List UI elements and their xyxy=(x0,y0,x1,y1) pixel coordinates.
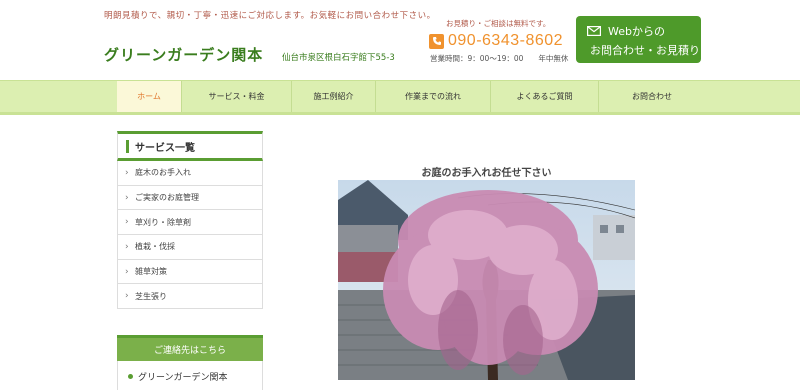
mail-icon xyxy=(587,26,601,36)
sidebar-title: サービス一覧 xyxy=(135,142,195,154)
heading-bar xyxy=(126,139,129,153)
chevron-right-icon: › xyxy=(125,217,129,228)
address: 仙台市泉区根白石字館下55-3 xyxy=(282,53,395,63)
main-heading: お庭のお手入れお任せ下さい xyxy=(421,168,552,179)
chevron-right-icon: › xyxy=(125,291,129,302)
sidebar-item-mowing[interactable]: › 草刈り・除草剤 xyxy=(118,210,262,236)
hero-photo-weeping-cherry xyxy=(338,180,635,380)
estimate-note: お見積り・ご相談は無料です。 xyxy=(446,19,551,28)
nav-home[interactable]: ホーム xyxy=(117,81,181,112)
sidebar-item-label: ご実家のお庭管理 xyxy=(135,193,199,203)
business-hours: 営業時間：9：00〜19：00 年中無休 xyxy=(430,54,569,63)
contact-box-name: グリーンガーデン関本 xyxy=(138,372,228,383)
contact-button-line1: Webからの xyxy=(608,25,665,38)
sidebar-item-label: 植栽・伐採 xyxy=(135,242,175,252)
nav-faq[interactable]: よくあるご質問 xyxy=(490,81,598,112)
nav-services[interactable]: サービス・料金 xyxy=(181,81,291,112)
phone-number[interactable]: 090-6343-8602 xyxy=(448,32,563,50)
tagline: 明朗見積りで、親切・丁寧・迅速にご対応します。お気軽にお問い合わせ下さい。 xyxy=(104,11,436,21)
main-nav: ホーム サービス・料金 施工例紹介 作業までの流れ よくあるご質問 お問合わせ xyxy=(0,80,800,115)
sidebar-item-label: 草刈り・除草剤 xyxy=(135,217,191,227)
web-contact-button[interactable]: Webからの お問合わせ・お見積り xyxy=(576,16,701,63)
sidebar-item-label: 芝生張り xyxy=(135,291,167,301)
chevron-right-icon: › xyxy=(125,192,129,203)
contact-box: ご連絡先はこちら グリーンガーデン関本 xyxy=(117,335,263,390)
nav-works[interactable]: 施工例紹介 xyxy=(291,81,375,112)
contact-box-body: グリーンガーデン関本 xyxy=(117,361,263,390)
phone-icon xyxy=(429,33,444,49)
sidebar-services: サービス一覧 › 庭木のお手入れ › ご実家のお庭管理 › 草刈り・除草剤 › 植栽・伐… xyxy=(117,131,263,310)
sidebar-list: › 庭木のお手入れ › ご実家のお庭管理 › 草刈り・除草剤 › 植栽・伐採 › 雑草対策… xyxy=(117,161,263,310)
bullet-icon xyxy=(128,373,133,379)
sidebar-item-lawn[interactable]: › 芝生張り xyxy=(118,284,262,310)
sidebar-item-label: 庭木のお手入れ xyxy=(135,168,191,178)
phone-row[interactable]: 090-6343-8602 xyxy=(429,31,563,51)
sidebar-item-home-garden[interactable]: › ご実家のお庭管理 xyxy=(118,186,262,211)
chevron-right-icon: › xyxy=(125,167,129,178)
sidebar-item-label: 雑草対策 xyxy=(135,267,167,277)
sidebar-item-planting[interactable]: › 植栽・伐採 xyxy=(118,235,262,260)
site-title[interactable]: グリーンガーデン関本 xyxy=(104,44,263,65)
sidebar-item-garden-care[interactable]: › 庭木のお手入れ xyxy=(118,161,262,186)
sidebar-item-weed-control[interactable]: › 雑草対策 xyxy=(118,260,262,285)
chevron-right-icon: › xyxy=(125,266,129,277)
chevron-right-icon: › xyxy=(125,241,129,252)
nav-contact[interactable]: お問合わせ xyxy=(598,81,705,112)
nav-flow[interactable]: 作業までの流れ xyxy=(375,81,490,112)
contact-button-line2: お問合わせ・お見積り xyxy=(590,44,700,57)
sidebar-heading: サービス一覧 xyxy=(117,131,263,161)
contact-box-title: ご連絡先はこちら xyxy=(117,335,263,361)
site-header: 明朗見積りで、親切・丁寧・迅速にご対応します。お気軽にお問い合わせ下さい。 グリ… xyxy=(0,0,800,80)
